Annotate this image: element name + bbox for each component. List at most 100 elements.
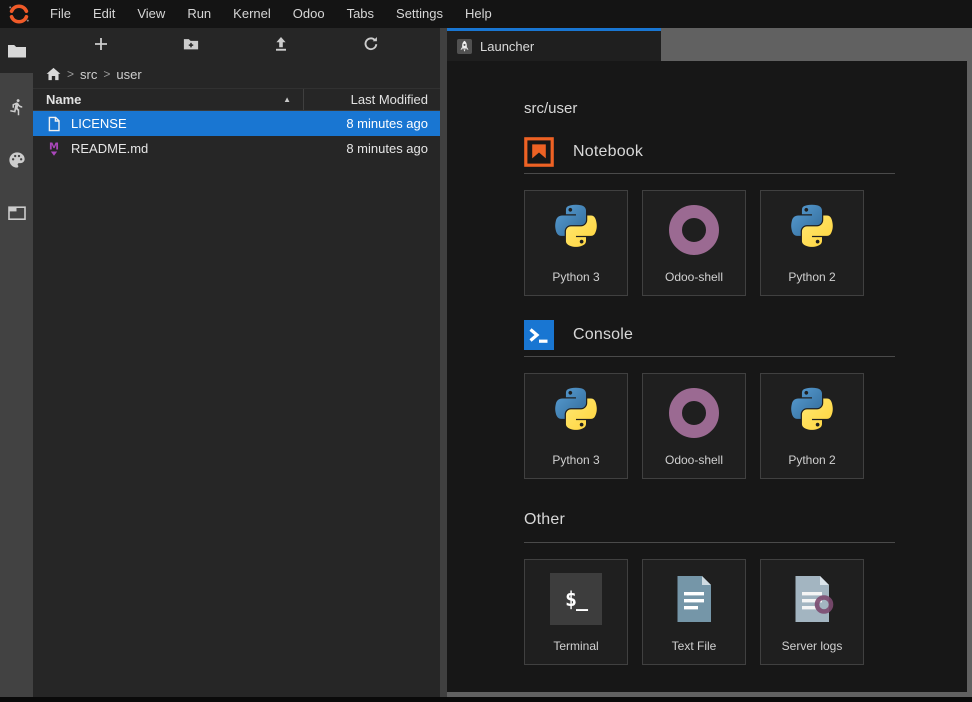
- section-header: Notebook: [524, 137, 895, 167]
- refresh-button[interactable]: [326, 30, 416, 58]
- runner-icon: [8, 98, 26, 116]
- section-divider: [524, 542, 895, 543]
- python-icon: [786, 387, 838, 439]
- sidebar-tab-file-browser[interactable]: [0, 28, 33, 73]
- card-label: Odoo-shell: [665, 453, 723, 467]
- breadcrumb-separator: >: [103, 67, 110, 81]
- menu-items: FileEditViewRunKernelOdooTabsSettingsHel…: [39, 0, 503, 28]
- menu-item-odoo[interactable]: Odoo: [282, 0, 336, 28]
- folder-icon: [8, 42, 26, 60]
- sidebar-tab-command-palette[interactable]: [0, 143, 33, 177]
- panel-splitter[interactable]: [440, 28, 447, 697]
- launcher-card-python-3[interactable]: Python 3: [524, 190, 628, 296]
- file-list-header: Name ▲ Last Modified: [33, 88, 440, 111]
- card-label: Text File: [672, 639, 717, 653]
- column-header-modified[interactable]: Last Modified: [304, 92, 440, 107]
- plus-icon: [93, 36, 109, 52]
- breadcrumb: > src > user: [33, 60, 440, 88]
- launcher-card-odoo-shell[interactable]: Odoo-shell: [642, 373, 746, 479]
- menu-item-run[interactable]: Run: [176, 0, 222, 28]
- section-divider: [524, 356, 895, 357]
- card-label: Odoo-shell: [665, 270, 723, 284]
- card-row: Python 3 Odoo-shell Python 2: [524, 373, 895, 479]
- breadcrumb-segment-src[interactable]: src: [80, 67, 97, 82]
- refresh-icon: [363, 36, 379, 52]
- new-launcher-button[interactable]: [56, 30, 146, 58]
- launcher-panel: src/user NotebookPython 3Odoo-shellPytho…: [447, 61, 967, 692]
- tab-launcher-label: Launcher: [480, 39, 534, 54]
- status-bar: [0, 697, 972, 702]
- left-sidebar: [0, 28, 33, 697]
- launcher-card-server-logs[interactable]: Server logs: [760, 559, 864, 665]
- card-label: Python 2: [788, 270, 835, 284]
- new-folder-icon: [183, 36, 199, 52]
- file-browser-toolbar: [33, 28, 440, 60]
- name-header-label: Name: [46, 92, 81, 107]
- card-label: Server logs: [782, 639, 843, 653]
- menu-item-settings[interactable]: Settings: [385, 0, 454, 28]
- card-label: Python 3: [552, 270, 599, 284]
- dock-panel: Launcher src/user NotebookPython 3Odoo-s…: [447, 28, 972, 697]
- section-title: Notebook: [573, 143, 643, 161]
- textfile-icon: [668, 573, 720, 625]
- file-name: README.md: [71, 141, 346, 156]
- launcher-section-notebook: Notebook Python 3 Odoo-shell Python 2: [524, 137, 895, 296]
- sort-asc-icon: ▲: [283, 95, 291, 104]
- menu-item-help[interactable]: Help: [454, 0, 503, 28]
- notebook-icon: [524, 137, 554, 167]
- menu-item-kernel[interactable]: Kernel: [222, 0, 282, 28]
- python-icon: [786, 204, 838, 256]
- launcher-section-other: Other $_ Terminal Text File Server logs: [524, 511, 895, 665]
- launcher-card-python-2[interactable]: Python 2: [760, 373, 864, 479]
- launcher-card-python-3[interactable]: Python 3: [524, 373, 628, 479]
- tab-launcher[interactable]: Launcher: [447, 28, 661, 61]
- svg-text:M: M: [49, 141, 59, 152]
- file-row-license[interactable]: LICENSE8 minutes ago: [33, 111, 440, 136]
- card-label: Terminal: [553, 639, 598, 653]
- console-icon: [524, 320, 554, 350]
- file-browser-panel: > src > user Name ▲ Last Modified LICENSE8 …: [33, 28, 440, 697]
- terminal-icon: $_: [550, 573, 602, 625]
- card-label: Python 3: [552, 453, 599, 467]
- menu-item-file[interactable]: File: [39, 0, 82, 28]
- launcher-card-text-file[interactable]: Text File: [642, 559, 746, 665]
- upload-button[interactable]: [236, 30, 326, 58]
- section-divider: [524, 173, 895, 174]
- palette-icon: [8, 151, 26, 169]
- markdown-icon: M: [46, 141, 62, 157]
- breadcrumb-separator: >: [67, 67, 74, 81]
- menu-item-view[interactable]: View: [126, 0, 176, 28]
- column-header-name[interactable]: Name ▲: [33, 92, 303, 107]
- home-icon[interactable]: [46, 67, 61, 81]
- card-row: Python 3 Odoo-shell Python 2: [524, 190, 895, 296]
- menu-item-tabs[interactable]: Tabs: [336, 0, 385, 28]
- odoo-icon: [668, 387, 720, 439]
- menu-item-edit[interactable]: Edit: [82, 0, 126, 28]
- tabs-icon: [8, 204, 26, 222]
- section-title: Other: [524, 511, 565, 529]
- tab-bar: Launcher: [447, 28, 972, 61]
- upload-icon: [273, 36, 289, 52]
- spinner-logo-icon: [8, 3, 30, 25]
- launcher-card-odoo-shell[interactable]: Odoo-shell: [642, 190, 746, 296]
- python-icon: [550, 387, 602, 439]
- menu-bar: FileEditViewRunKernelOdooTabsSettingsHel…: [0, 0, 972, 28]
- card-row: $_ Terminal Text File Server logs: [524, 559, 895, 665]
- serverlogs-icon: [786, 573, 838, 625]
- new-folder-button[interactable]: [146, 30, 236, 58]
- python-icon: [550, 204, 602, 256]
- file-list: LICENSE8 minutes ago M README.md8 minutes …: [33, 111, 440, 161]
- odoo-icon: [668, 204, 720, 256]
- sidebar-tab-open-tabs[interactable]: [0, 196, 33, 230]
- section-header: Other: [524, 511, 895, 529]
- launcher-section-console: Console Python 3 Odoo-shell Python 2: [524, 320, 895, 479]
- sidebar-tab-running-sessions[interactable]: [0, 90, 33, 124]
- section-title: Console: [573, 326, 633, 344]
- file-row-readme.md[interactable]: M README.md8 minutes ago: [33, 136, 440, 161]
- launcher-card-python-2[interactable]: Python 2: [760, 190, 864, 296]
- launcher-icon: [457, 39, 472, 54]
- launcher-card-terminal[interactable]: $_ Terminal: [524, 559, 628, 665]
- file-name: LICENSE: [71, 116, 346, 131]
- breadcrumb-segment-user[interactable]: user: [116, 67, 141, 82]
- file-modified: 8 minutes ago: [346, 141, 440, 156]
